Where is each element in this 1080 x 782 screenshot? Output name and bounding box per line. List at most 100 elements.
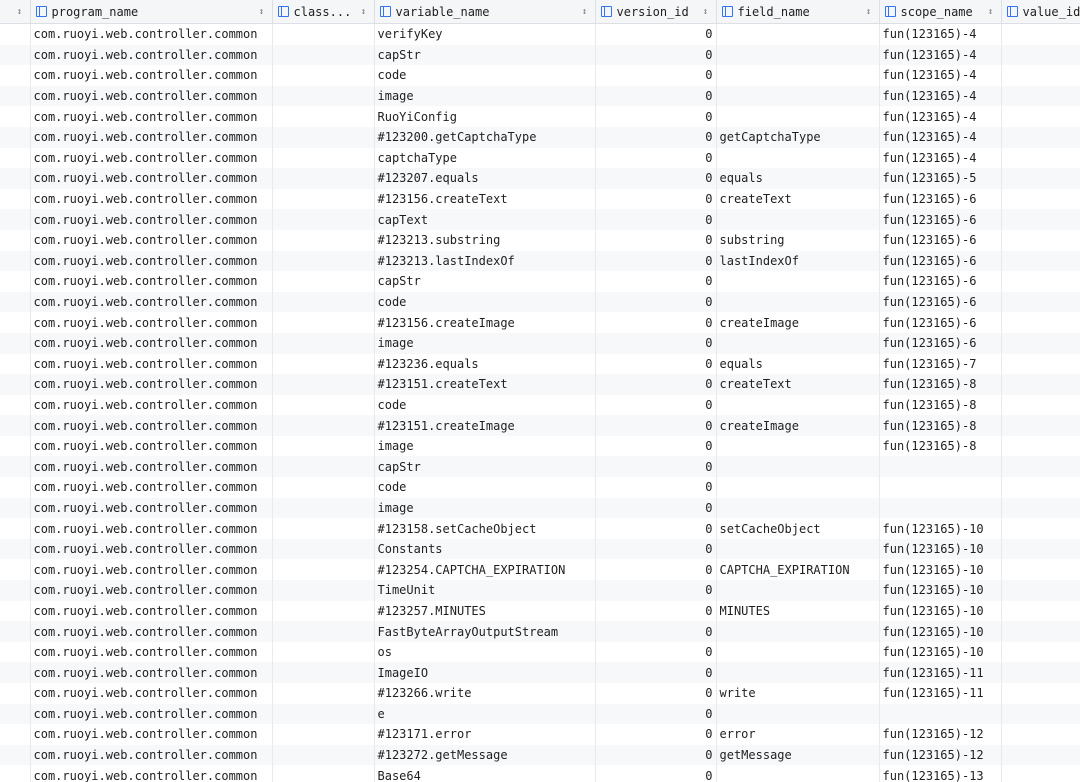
version-id-cell[interactable]: 0 xyxy=(595,209,717,230)
version-id-cell[interactable]: 0 xyxy=(595,106,717,127)
program-name-cell[interactable]: com.ruoyi.web.controller.common xyxy=(30,744,273,766)
row-index-cell[interactable] xyxy=(0,271,31,292)
table-row[interactable]: com.ruoyi.web.controller.common code 0 fun(… xyxy=(0,394,1080,416)
value-id-cell[interactable]: 123 xyxy=(1001,332,1080,354)
value-id-cell[interactable]: 123 xyxy=(1001,435,1080,457)
value-id-cell[interactable]: 123 xyxy=(1001,456,1080,478)
column-header-value-id[interactable]: value_id↕ xyxy=(1001,0,1080,24)
table-row[interactable]: com.ruoyi.web.controller.common #123213.l… xyxy=(0,250,1080,272)
value-id-cell[interactable]: 123 xyxy=(1001,724,1080,745)
sort-icon[interactable]: ↕ xyxy=(257,7,267,17)
class-cell[interactable] xyxy=(272,456,375,478)
version-id-cell[interactable]: 0 xyxy=(595,621,717,642)
program-name-cell[interactable]: com.ruoyi.web.controller.common xyxy=(30,332,273,354)
value-id-cell[interactable]: 123 xyxy=(1001,126,1080,148)
field-name-cell[interactable] xyxy=(716,477,880,498)
field-name-cell[interactable]: equals xyxy=(716,353,880,375)
table-row[interactable]: com.ruoyi.web.controller.common code 0 fun(… xyxy=(0,65,1080,86)
class-cell[interactable] xyxy=(272,188,375,210)
version-id-cell[interactable]: 0 xyxy=(595,353,717,375)
program-name-cell[interactable]: com.ruoyi.web.controller.common xyxy=(30,538,273,560)
value-id-cell[interactable]: 123 xyxy=(1001,188,1080,210)
scope-name-cell[interactable]: fun(123165)-10 xyxy=(879,538,1002,560)
class-cell[interactable] xyxy=(272,229,375,251)
table-row[interactable]: com.ruoyi.web.controller.common #123266.w… xyxy=(0,683,1080,704)
value-id-cell[interactable]: 123 xyxy=(1001,209,1080,230)
row-index-cell[interactable] xyxy=(0,106,31,127)
version-id-cell[interactable]: 0 xyxy=(595,435,717,457)
row-index-cell[interactable] xyxy=(0,126,31,148)
class-cell[interactable] xyxy=(272,65,375,86)
variable-name-cell[interactable]: #123171.error xyxy=(374,724,596,745)
scope-name-cell[interactable]: fun(123165)-10 xyxy=(879,559,1002,581)
row-index-cell[interactable] xyxy=(0,23,31,45)
field-name-cell[interactable] xyxy=(716,621,880,642)
variable-name-cell[interactable]: #123213.substring xyxy=(374,229,596,251)
variable-name-cell[interactable]: #123266.write xyxy=(374,683,596,704)
field-name-cell[interactable] xyxy=(716,209,880,230)
program-name-cell[interactable]: com.ruoyi.web.controller.common xyxy=(30,518,273,539)
field-name-cell[interactable] xyxy=(716,44,880,66)
program-name-cell[interactable]: com.ruoyi.web.controller.common xyxy=(30,683,273,704)
value-id-cell[interactable]: 123 xyxy=(1001,559,1080,581)
class-cell[interactable] xyxy=(272,85,375,107)
program-name-cell[interactable]: com.ruoyi.web.controller.common xyxy=(30,724,273,745)
row-index-cell[interactable] xyxy=(0,374,31,395)
column-header-field-name[interactable]: field_name ↕ xyxy=(716,0,880,24)
version-id-cell[interactable]: 0 xyxy=(595,229,717,251)
variable-name-cell[interactable]: image xyxy=(374,85,596,107)
scope-name-cell[interactable]: fun(123165)-5 xyxy=(879,168,1002,189)
variable-name-cell[interactable]: code xyxy=(374,291,596,313)
value-id-cell[interactable]: 123 xyxy=(1001,683,1080,704)
field-name-cell[interactable]: getCaptchaType xyxy=(716,126,880,148)
class-cell[interactable] xyxy=(272,168,375,189)
program-name-cell[interactable]: com.ruoyi.web.controller.common xyxy=(30,456,273,478)
scope-name-cell[interactable]: fun(123165)-4 xyxy=(879,65,1002,86)
version-id-cell[interactable]: 0 xyxy=(595,703,717,725)
program-name-cell[interactable]: com.ruoyi.web.controller.common xyxy=(30,497,273,519)
column-header-scope-name[interactable]: scope_name ↕ xyxy=(879,0,1002,24)
variable-name-cell[interactable]: FastByteArrayOutputStream xyxy=(374,621,596,642)
variable-name-cell[interactable]: capStr xyxy=(374,271,596,292)
value-id-cell[interactable]: 123 xyxy=(1001,147,1080,169)
table-row[interactable]: com.ruoyi.web.controller.common capStr 0 fu… xyxy=(0,44,1080,66)
program-name-cell[interactable]: com.ruoyi.web.controller.common xyxy=(30,477,273,498)
variable-name-cell[interactable]: Base64 xyxy=(374,765,596,782)
program-name-cell[interactable]: com.ruoyi.web.controller.common xyxy=(30,229,273,251)
scope-name-cell[interactable]: fun(123165)-12 xyxy=(879,744,1002,766)
variable-name-cell[interactable]: #123156.createText xyxy=(374,188,596,210)
scope-name-cell[interactable] xyxy=(879,477,1002,498)
field-name-cell[interactable] xyxy=(716,703,880,725)
class-cell[interactable] xyxy=(272,662,375,683)
table-row[interactable]: com.ruoyi.web.controller.common os 0 fun(12… xyxy=(0,641,1080,663)
scope-name-cell[interactable]: fun(123165)-6 xyxy=(879,332,1002,354)
row-index-cell[interactable] xyxy=(0,291,31,313)
value-id-cell[interactable]: 123 xyxy=(1001,394,1080,416)
scope-name-cell[interactable]: fun(123165)-6 xyxy=(879,312,1002,333)
class-cell[interactable] xyxy=(272,538,375,560)
scope-name-cell[interactable]: fun(123165)-8 xyxy=(879,435,1002,457)
class-cell[interactable] xyxy=(272,641,375,663)
scope-name-cell[interactable]: fun(123165)-12 xyxy=(879,724,1002,745)
table-row[interactable]: com.ruoyi.web.controller.common #123156.c… xyxy=(0,188,1080,210)
version-id-cell[interactable]: 0 xyxy=(595,641,717,663)
version-id-cell[interactable]: 0 xyxy=(595,724,717,745)
sort-icon[interactable]: ↕ xyxy=(580,7,590,17)
scope-name-cell[interactable]: fun(123165)-11 xyxy=(879,662,1002,683)
scope-name-cell[interactable]: fun(123165)-4 xyxy=(879,85,1002,107)
result-grid[interactable]: ↕ program_name ↕ class... ↕ variable_name ↕ ver… xyxy=(0,0,1080,782)
row-index-cell[interactable] xyxy=(0,147,31,169)
row-index-cell[interactable] xyxy=(0,724,31,745)
row-index-cell[interactable] xyxy=(0,683,31,704)
variable-name-cell[interactable]: Constants xyxy=(374,538,596,560)
class-cell[interactable] xyxy=(272,683,375,704)
table-row[interactable]: com.ruoyi.web.controller.common #123200.g… xyxy=(0,126,1080,148)
class-cell[interactable] xyxy=(272,126,375,148)
value-id-cell[interactable]: 123 xyxy=(1001,65,1080,86)
variable-name-cell[interactable]: #123158.setCacheObject xyxy=(374,518,596,539)
program-name-cell[interactable]: com.ruoyi.web.controller.common xyxy=(30,209,273,230)
table-row[interactable]: com.ruoyi.web.controller.common verifyKey… xyxy=(0,23,1080,45)
field-name-cell[interactable] xyxy=(716,456,880,478)
scope-name-cell[interactable]: fun(123165)-10 xyxy=(879,518,1002,539)
row-index-cell[interactable] xyxy=(0,621,31,642)
